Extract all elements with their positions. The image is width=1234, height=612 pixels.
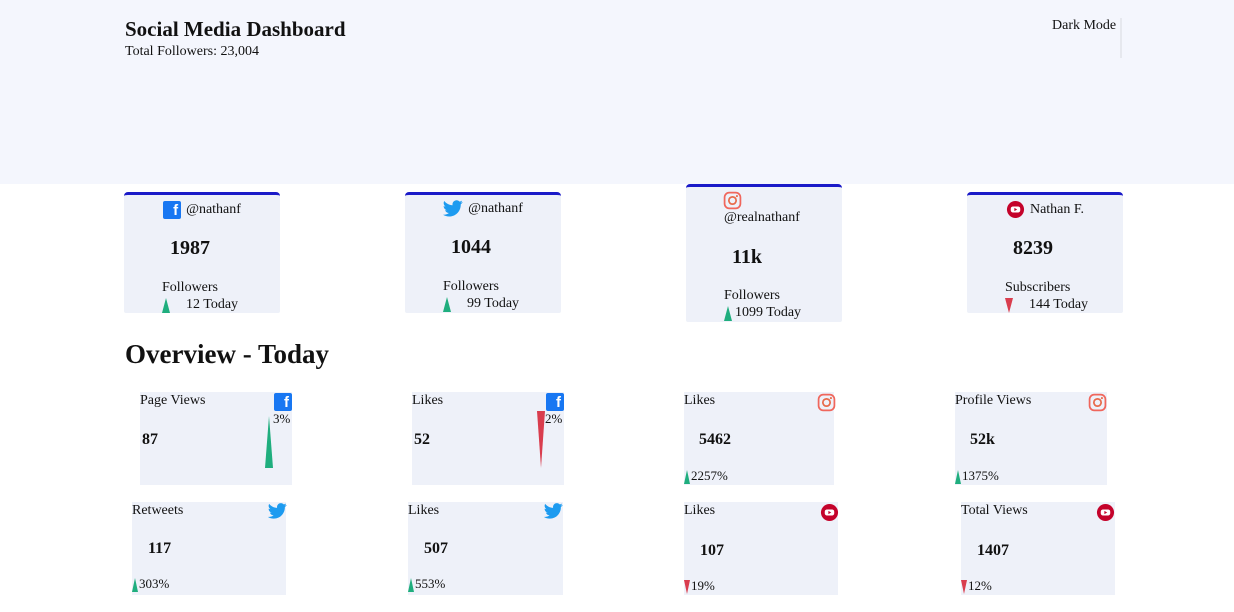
overview-value: 5462 [699, 431, 731, 448]
overview-value: 107 [700, 542, 724, 559]
arrow-up-icon [408, 578, 414, 592]
card-today-text: 99 Today [467, 296, 520, 311]
twitter-icon [268, 503, 287, 519]
arrow-up-icon [684, 470, 690, 484]
twitter-icon [443, 200, 463, 217]
arrow-up-icon [162, 297, 170, 313]
card-count: 11k [732, 246, 763, 268]
overview-label: Profile Views [955, 393, 1032, 408]
card-handle: @nathanf [468, 200, 523, 216]
instagram-icon [723, 191, 742, 210]
overview-card-instagram-likes[interactable]: Likes 5462 2257% [684, 392, 836, 485]
card-today: 99 Today [443, 296, 519, 312]
overview-card-instagram-profile-views[interactable]: Profile Views 52k 1375% [955, 392, 1107, 485]
overview-percent: 303% [132, 576, 169, 592]
card-today-text: 1099 Today [735, 305, 802, 320]
overview-label: Retweets [132, 503, 184, 518]
overview-percent: 3% [273, 411, 291, 426]
overview-percent: 553% [408, 576, 445, 592]
overview-value: 52 [414, 431, 430, 448]
card-instagram[interactable]: @realnathanf 11k Followers 1099 Today [686, 184, 842, 322]
card-unit: Subscribers [1005, 280, 1071, 295]
card-today-text: 144 Today [1029, 297, 1089, 312]
overview-percent: 19% [684, 578, 715, 594]
overview-percent-text: 2257% [691, 468, 728, 483]
arrow-down-icon [961, 580, 967, 594]
card-count: 1987 [170, 237, 210, 259]
card-handle-row: @nathanf [405, 200, 561, 217]
overview-value: 87 [142, 431, 158, 448]
card-count: 8239 [1013, 237, 1053, 259]
card-today: 1099 Today [724, 305, 801, 321]
card-handle: @realnathanf [724, 210, 800, 225]
overview-label: Total Views [961, 503, 1028, 518]
overview-percent-text: 19% [691, 578, 715, 593]
overview-value: 507 [424, 540, 448, 557]
card-twitter[interactable]: @nathanf 1044 Followers 99 Today [405, 192, 561, 313]
facebook-icon: f [163, 201, 182, 219]
arrow-up-icon [132, 578, 138, 592]
card-unit: Followers [443, 279, 499, 294]
arrow-up-icon [955, 470, 961, 484]
dark-mode-label: Dark Mode [1052, 18, 1117, 33]
arrow-up-icon [443, 296, 451, 312]
card-handle-row: Nathan F. [967, 200, 1123, 219]
twitter-icon [544, 503, 563, 519]
overview-percent-text: 12% [968, 578, 992, 593]
overview-card-facebook-likes[interactable]: Likes 52 f 2% [412, 392, 564, 485]
card-handle: Nathan F. [1029, 201, 1085, 217]
overview-card-facebook-page-views[interactable]: Page Views 87 f 3% [140, 392, 292, 485]
overview-percent: 2% [545, 411, 563, 426]
card-handle-row: f @nathanf [124, 201, 280, 219]
overview-percent: 2257% [684, 468, 728, 484]
overview-percent: 1375% [955, 468, 999, 484]
overview-card-youtube-total-views[interactable]: Total Views 1407 12% [961, 502, 1115, 595]
arrow-down-icon [1005, 297, 1013, 313]
card-count: 1044 [451, 236, 491, 258]
facebook-icon: f [546, 393, 564, 411]
youtube-icon [1096, 503, 1115, 522]
dark-mode-toggle[interactable] [1120, 18, 1122, 58]
trend-down-icon [537, 411, 545, 468]
overview-percent-text: 303% [139, 576, 170, 591]
overview-label: Likes [408, 503, 440, 518]
overview-card-twitter-likes[interactable]: Likes 507 553% [408, 502, 563, 595]
overview-label: Likes [684, 503, 716, 518]
overview-value: 52k [970, 431, 995, 448]
card-today-text: 12 Today [186, 297, 239, 312]
overview-value: 117 [148, 540, 172, 557]
overview-label: Likes [684, 393, 716, 408]
youtube-icon [820, 503, 839, 522]
overview-title: Overview - Today [125, 339, 330, 369]
overview-label: Page Views [140, 393, 206, 408]
instagram-icon [1088, 393, 1107, 412]
card-today: 144 Today [1005, 297, 1088, 313]
youtube-icon [1006, 200, 1025, 219]
total-followers: Total Followers: 23,004 [125, 44, 259, 59]
card-handle: @nathanf [186, 202, 241, 217]
arrow-up-icon [724, 305, 732, 321]
trend-up-icon [265, 416, 273, 468]
overview-card-twitter-retweets[interactable]: Retweets 117 303% [132, 502, 287, 595]
instagram-icon [817, 393, 836, 412]
page-title: Social Media Dashboard [125, 17, 346, 41]
card-unit: Followers [724, 288, 780, 303]
card-unit: Followers [162, 280, 218, 295]
facebook-icon: f [274, 393, 292, 411]
overview-card-youtube-likes[interactable]: Likes 107 19% [684, 502, 839, 595]
overview-percent-text: 1375% [962, 468, 999, 483]
overview-percent: 12% [961, 578, 992, 594]
overview-percent-text: 553% [415, 576, 446, 591]
overview-value: 1407 [977, 542, 1009, 559]
arrow-down-icon [684, 580, 690, 594]
card-today: 12 Today [162, 297, 238, 313]
overview-label: Likes [412, 393, 444, 408]
header-banner: Social Media Dashboard Total Followers: … [0, 0, 1234, 184]
card-facebook[interactable]: f @nathanf 1987 Followers 12 Today [124, 192, 280, 313]
card-youtube[interactable]: Nathan F. 8239 Subscribers 144 Today [967, 192, 1123, 313]
